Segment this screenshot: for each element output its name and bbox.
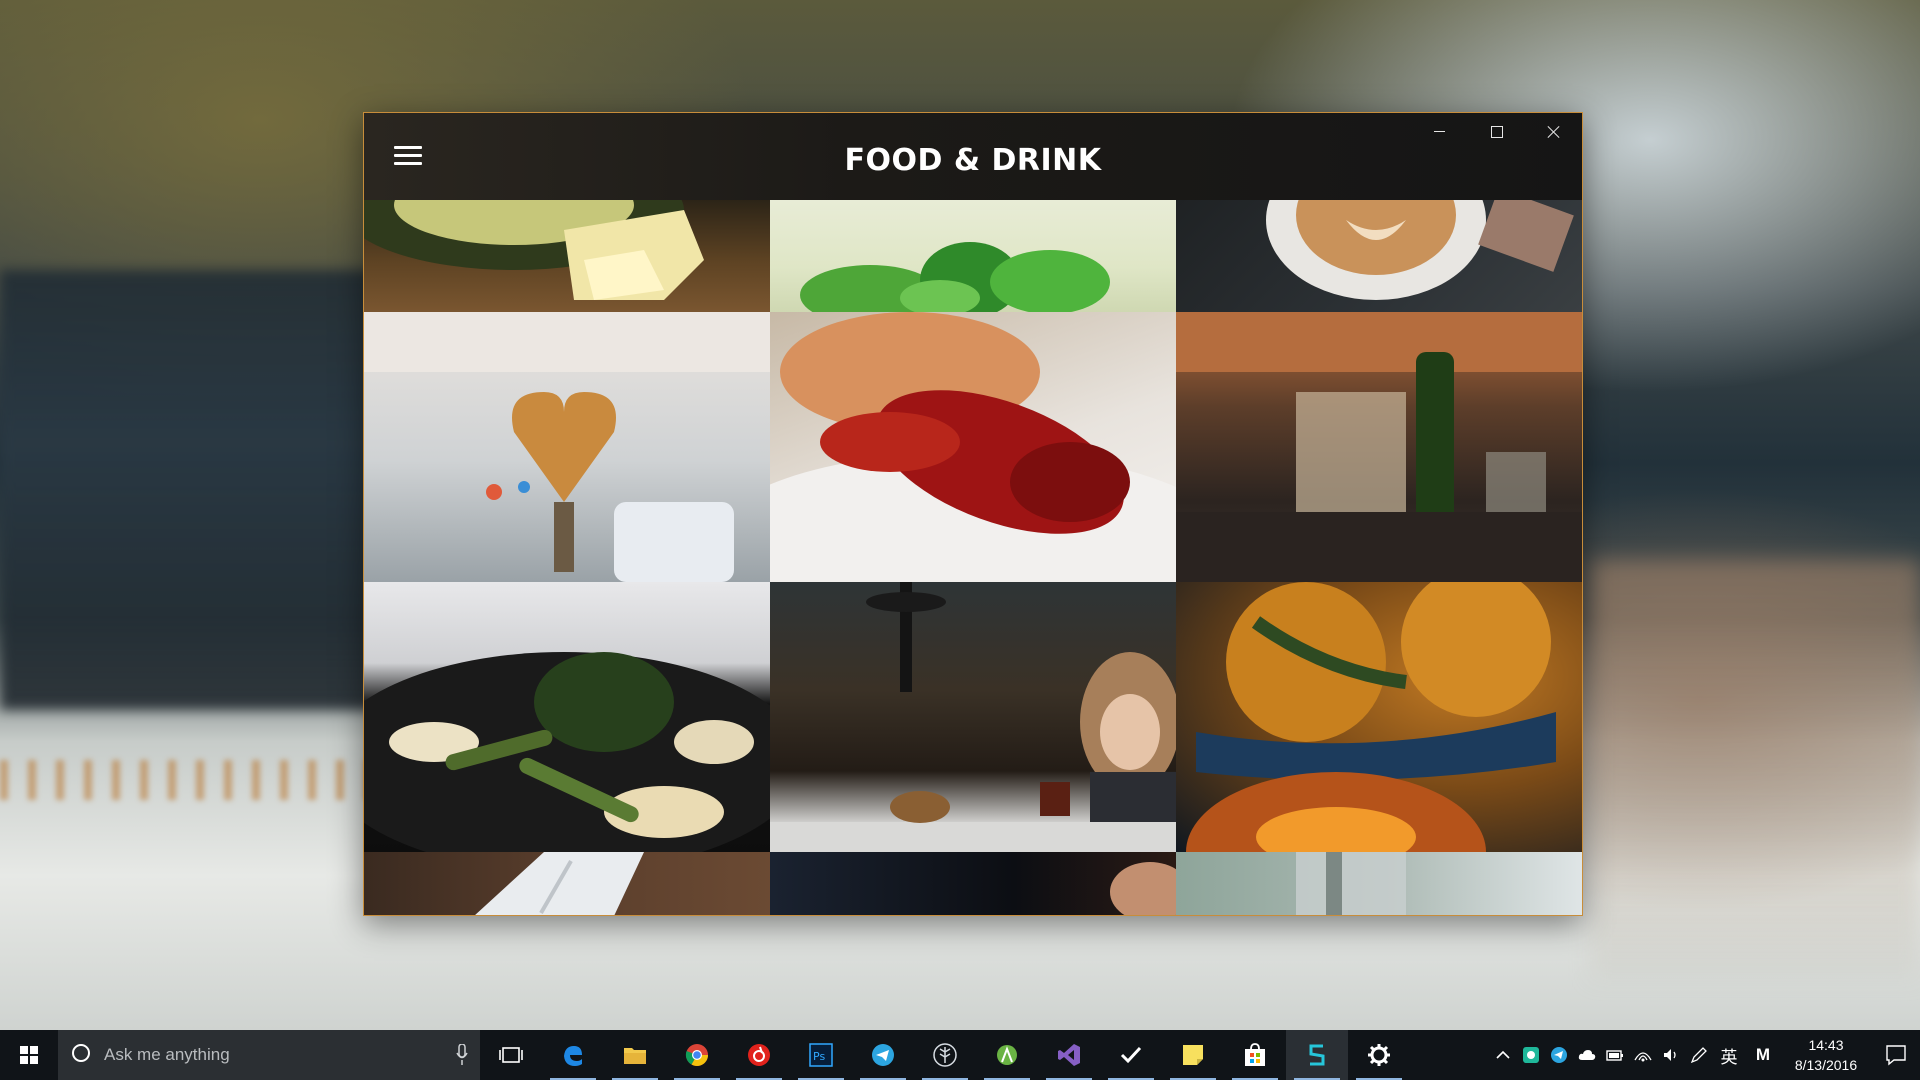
taskbar-apps: Ps (480, 1030, 1410, 1080)
photo-tile-heart-waffle[interactable] (364, 312, 770, 582)
taskbar-photoshop[interactable]: Ps (790, 1030, 852, 1080)
pen-ink-icon (1690, 1047, 1707, 1064)
microphone-icon[interactable] (456, 1044, 468, 1066)
taskbar-telegram[interactable] (852, 1030, 914, 1080)
maximize-button[interactable] (1468, 113, 1525, 149)
search-placeholder: Ask me anything (104, 1045, 230, 1064)
taskbar-file-explorer[interactable] (604, 1030, 666, 1080)
telegram-icon (872, 1044, 894, 1066)
tray-app-1[interactable] (1516, 1030, 1544, 1080)
photo-tile-cafe-woman[interactable] (770, 582, 1176, 852)
clock[interactable]: 14:43 8/13/2016 (1780, 1035, 1872, 1075)
volume-icon (1664, 1049, 1676, 1061)
window-controls (1411, 113, 1582, 149)
photo-tile-latte[interactable] (1176, 200, 1582, 312)
taskbar-evernote[interactable] (914, 1030, 976, 1080)
photo-tile-fork-napkin[interactable] (364, 852, 770, 915)
system-tray: 英 M 14:43 8/13/2016 (1488, 1030, 1920, 1080)
photo-tile-oranges-tea[interactable] (1176, 582, 1582, 852)
taskbar-store[interactable] (1224, 1030, 1286, 1080)
show-hidden-icons-button[interactable] (1488, 1030, 1516, 1080)
battery-icon (1606, 1050, 1623, 1061)
cortana-search-box[interactable]: Ask me anything (58, 1030, 480, 1080)
app-title: FOOD & DRINK (844, 143, 1102, 178)
windows-logo-icon (20, 1046, 38, 1064)
taskbar: Ask me anything Ps 英 M 14:43 8/13/2016 (0, 1030, 1920, 1080)
cortana-icon (72, 1044, 90, 1062)
tray-telegram[interactable] (1544, 1030, 1572, 1080)
input-method-indicator[interactable]: 英 (1712, 1043, 1746, 1068)
tray-wifi[interactable] (1628, 1030, 1656, 1080)
task-view-button[interactable] (480, 1030, 542, 1080)
minimize-icon (1434, 131, 1445, 132)
wallpaper-car-shape (0, 270, 420, 710)
photo-tile-dark-table[interactable] (770, 852, 1176, 915)
tray-battery[interactable] (1600, 1030, 1628, 1080)
input-mode-indicator[interactable]: M (1746, 1045, 1780, 1065)
wifi-icon (1634, 1052, 1652, 1062)
minimize-button[interactable] (1411, 113, 1468, 149)
tray-green-app-icon (1523, 1047, 1539, 1063)
tray-volume[interactable] (1656, 1030, 1684, 1080)
taskbar-sticky-notes[interactable] (1162, 1030, 1224, 1080)
taskbar-android-studio[interactable] (976, 1030, 1038, 1080)
tray-onedrive[interactable] (1572, 1030, 1600, 1080)
task-view-icon (499, 1047, 523, 1063)
edge-icon (564, 1046, 582, 1066)
splash-app-icon (1309, 1044, 1325, 1066)
maximize-icon (1491, 126, 1503, 138)
notification-icon (1886, 1045, 1906, 1066)
photo-grid (364, 200, 1582, 915)
cloud-icon (1578, 1050, 1596, 1060)
chrome-icon (685, 1044, 708, 1066)
close-icon (1547, 125, 1560, 138)
photoshop-icon: Ps (809, 1043, 833, 1067)
taskbar-todo[interactable] (1100, 1030, 1162, 1080)
photo-tile-crayfish[interactable] (770, 312, 1176, 582)
chevron-up-icon (1496, 1050, 1510, 1059)
photo-tile-mint[interactable] (770, 200, 1176, 312)
netease-music-icon (748, 1044, 770, 1066)
taskbar-splash-app[interactable] (1286, 1030, 1348, 1080)
telegram-icon (1551, 1047, 1567, 1063)
clock-time: 14:43 (1808, 1037, 1844, 1053)
android-studio-icon (997, 1045, 1017, 1065)
taskbar-visual-studio[interactable] (1038, 1030, 1100, 1080)
photo-tile-glass[interactable] (1176, 852, 1582, 915)
close-button[interactable] (1525, 113, 1582, 149)
taskbar-edge[interactable] (542, 1030, 604, 1080)
start-button[interactable] (0, 1030, 58, 1080)
taskbar-chrome[interactable] (666, 1030, 728, 1080)
wallpaper-right-blur (1590, 560, 1920, 980)
action-center-button[interactable] (1872, 1030, 1920, 1080)
svg-text:Ps: Ps (813, 1050, 825, 1063)
visual-studio-icon (1058, 1044, 1080, 1066)
photo-tile-avocado-cheese[interactable] (364, 200, 770, 312)
settings-icon (1368, 1044, 1390, 1066)
clock-date: 8/13/2016 (1794, 1057, 1858, 1073)
photo-tile-restaurant[interactable] (1176, 312, 1582, 582)
file-explorer-icon (624, 1048, 646, 1064)
todo-icon (1120, 1046, 1142, 1064)
photo-tile-grill[interactable] (364, 582, 770, 852)
title-bar: FOOD & DRINK (364, 113, 1582, 200)
taskbar-settings[interactable] (1348, 1030, 1410, 1080)
taskbar-netease-music[interactable] (728, 1030, 790, 1080)
evernote-icon (933, 1043, 957, 1067)
tray-pen[interactable] (1684, 1030, 1712, 1080)
store-icon (1245, 1043, 1265, 1066)
wallpaper-leaves (0, 760, 380, 800)
app-window: FOOD & DRINK (363, 112, 1583, 916)
sticky-notes-icon (1183, 1045, 1203, 1065)
